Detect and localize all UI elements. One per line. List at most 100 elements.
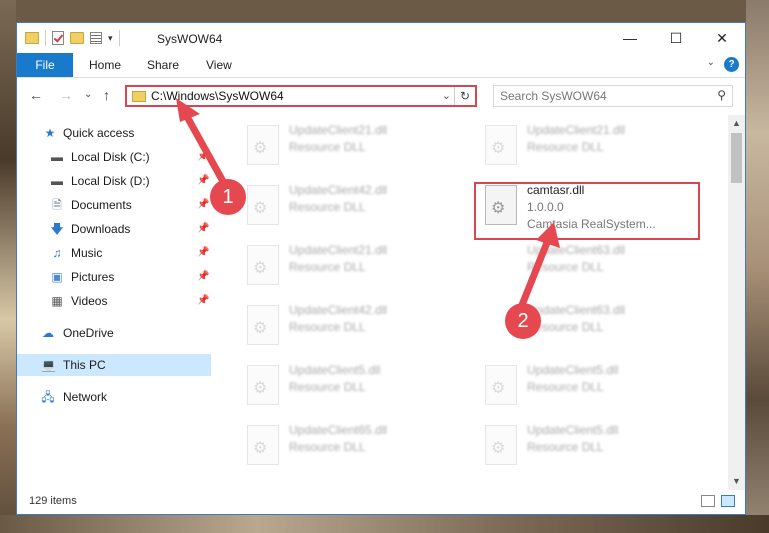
expand-ribbon-icon[interactable]: ⌄ xyxy=(707,57,715,68)
star-icon: ★ xyxy=(44,126,56,140)
sidebar-item-label: Network xyxy=(63,390,108,404)
scroll-up-icon[interactable]: ▲ xyxy=(728,115,745,132)
pin-icon[interactable]: 📌 xyxy=(197,266,209,288)
file-item[interactable]: ⚙ UpdateClient21.dll Resource DLL xyxy=(241,239,461,291)
sidebar-item-this-pc[interactable]: 💻 This PC xyxy=(17,354,211,376)
title-bar: ▾ SysWOW64 — ☐ ✕ xyxy=(17,23,745,53)
up-button[interactable]: ↑ xyxy=(103,87,110,103)
file-item[interactable]: ⚙ UpdateClient42.dll Resource DLL xyxy=(241,179,461,231)
pin-icon[interactable]: 📌 xyxy=(197,218,209,240)
file-item[interactable]: ⚙ UpdateClient21.dll Resource DLL xyxy=(241,119,461,171)
chevron-down-icon[interactable]: ⌄ xyxy=(442,89,451,102)
navigation-pane: ★ Quick access ▬ Local Disk (C:) 📌 ▬ Loc… xyxy=(17,115,211,490)
dll-file-icon: ⚙ xyxy=(485,365,517,405)
details-view-icon[interactable] xyxy=(701,495,715,507)
folder-icon xyxy=(132,91,146,102)
file-item[interactable]: ⚙ UpdateClient5.dll Resource DLL xyxy=(241,359,461,411)
file-type: Resource DLL xyxy=(289,380,366,394)
file-type: Resource DLL xyxy=(527,140,604,154)
forward-button[interactable]: → xyxy=(59,87,73,103)
tab-file[interactable]: File xyxy=(17,53,73,77)
properties-icon[interactable] xyxy=(90,32,102,44)
help-icon[interactable]: ? xyxy=(724,57,739,72)
documents-icon: 🗎 xyxy=(52,198,62,212)
close-button[interactable]: ✕ xyxy=(699,23,745,53)
file-item[interactable]: UpdateClient63.dll Resource DLL xyxy=(479,239,699,291)
file-item[interactable]: ⚙ UpdateClient65.dll Resource DLL xyxy=(241,419,461,471)
file-type: Resource DLL xyxy=(289,140,366,154)
file-type: Resource DLL xyxy=(289,200,366,214)
sidebar-item-label: OneDrive xyxy=(63,326,114,340)
gear-icon: ⚙ xyxy=(491,440,506,457)
vertical-scrollbar[interactable]: ▲ ▼ xyxy=(728,115,745,490)
file-name: UpdateClient63.dll xyxy=(527,303,626,317)
sidebar-item-label: This PC xyxy=(63,358,106,372)
properties-check-icon[interactable] xyxy=(52,31,64,45)
search-icon[interactable]: ⚲ xyxy=(717,88,726,102)
dll-file-icon: ⚙ xyxy=(247,425,279,465)
sidebar-item-label: Downloads xyxy=(71,222,131,236)
item-count: 129 items xyxy=(29,495,77,507)
cloud-icon: ☁ xyxy=(42,326,54,340)
file-type: Resource DLL xyxy=(527,440,604,454)
sidebar-item-pictures[interactable]: ▣ Pictures 📌 xyxy=(17,266,211,288)
file-item[interactable]: ⚙ UpdateClient5.dll Resource DLL xyxy=(479,419,699,471)
sidebar-item-local-disk-c[interactable]: ▬ Local Disk (C:) 📌 xyxy=(17,146,211,168)
refresh-icon[interactable]: ↻ xyxy=(454,87,475,105)
sidebar-item-videos[interactable]: ▦ Videos 📌 xyxy=(17,290,211,312)
tab-view[interactable]: View xyxy=(206,53,232,77)
highlight-box xyxy=(474,182,700,240)
pin-icon[interactable]: 📌 xyxy=(197,242,209,264)
sidebar-item-network[interactable]: 🖧 Network xyxy=(17,386,211,408)
file-item[interactable]: ⚙ UpdateClient42.dll Resource DLL xyxy=(241,299,461,351)
sidebar-item-quick-access[interactable]: ★ Quick access xyxy=(17,122,211,144)
file-name: UpdateClient65.dll xyxy=(289,423,388,437)
sidebar-item-label: Documents xyxy=(71,198,132,212)
file-item[interactable]: ⚙ UpdateClient5.dll Resource DLL xyxy=(479,359,699,411)
recent-locations-button[interactable]: ⌄ xyxy=(84,89,92,100)
desktop-wallpaper-left xyxy=(0,0,16,533)
new-folder-icon[interactable] xyxy=(70,32,84,44)
sidebar-item-music[interactable]: ♫ Music 📌 xyxy=(17,242,211,264)
address-path[interactable]: C:\Windows\SysWOW64 xyxy=(151,89,284,103)
pin-icon[interactable]: 📌 xyxy=(197,170,209,192)
tab-home[interactable]: Home xyxy=(89,53,121,77)
file-type: Resource DLL xyxy=(289,440,366,454)
back-button[interactable]: ← xyxy=(29,87,43,103)
desktop-wallpaper-bottom xyxy=(0,515,769,533)
minimize-button[interactable]: — xyxy=(607,23,653,53)
pin-icon[interactable]: 📌 xyxy=(197,290,209,312)
annotation-badge-1: 1 xyxy=(210,179,246,215)
sidebar-item-label: Music xyxy=(71,246,103,260)
pin-icon[interactable]: 📌 xyxy=(197,146,209,168)
sidebar-item-downloads[interactable]: 🡇 Downloads 📌 xyxy=(17,218,211,240)
tab-share[interactable]: Share xyxy=(147,53,179,77)
sidebar-item-label: Pictures xyxy=(71,270,115,284)
search-input[interactable]: Search SysWOW64 ⚲ xyxy=(493,85,733,107)
quick-access-toolbar: ▾ xyxy=(25,30,120,46)
pictures-icon: ▣ xyxy=(51,270,63,284)
scroll-thumb[interactable] xyxy=(731,133,742,183)
tiles-view-icon[interactable] xyxy=(721,495,735,507)
sidebar-item-onedrive[interactable]: ☁ OneDrive xyxy=(17,322,211,344)
dll-file-icon: ⚙ xyxy=(247,305,279,345)
file-type: Resource DLL xyxy=(527,260,604,274)
window-title: SysWOW64 xyxy=(157,32,223,46)
music-icon: ♫ xyxy=(52,246,62,260)
file-item[interactable]: ⚙ UpdateClient21.dll Resource DLL xyxy=(479,119,699,171)
scroll-down-icon[interactable]: ▼ xyxy=(728,473,745,490)
pin-icon[interactable]: 📌 xyxy=(197,194,209,216)
file-name: UpdateClient63.dll xyxy=(527,243,626,257)
ribbon-tabs: File Home Share View ⌄ ? xyxy=(17,53,745,78)
sidebar-item-documents[interactable]: 🗎 Documents 📌 xyxy=(17,194,211,216)
maximize-button[interactable]: ☐ xyxy=(653,23,699,53)
search-placeholder: Search SysWOW64 xyxy=(500,89,607,103)
videos-icon: ▦ xyxy=(51,294,63,308)
sidebar-item-local-disk-d[interactable]: ▬ Local Disk (D:) 📌 xyxy=(17,170,211,192)
file-list: ⚙ UpdateClient21.dll Resource DLL ⚙ Upda… xyxy=(227,115,723,490)
address-bar[interactable]: C:\Windows\SysWOW64 ⌄ ↻ xyxy=(125,85,477,107)
sidebar-item-label: Videos xyxy=(71,294,108,308)
customize-toolbar-icon[interactable]: ▾ xyxy=(108,33,113,44)
annotation-badge-2: 2 xyxy=(505,303,541,339)
file-name: UpdateClient21.dll xyxy=(289,243,388,257)
